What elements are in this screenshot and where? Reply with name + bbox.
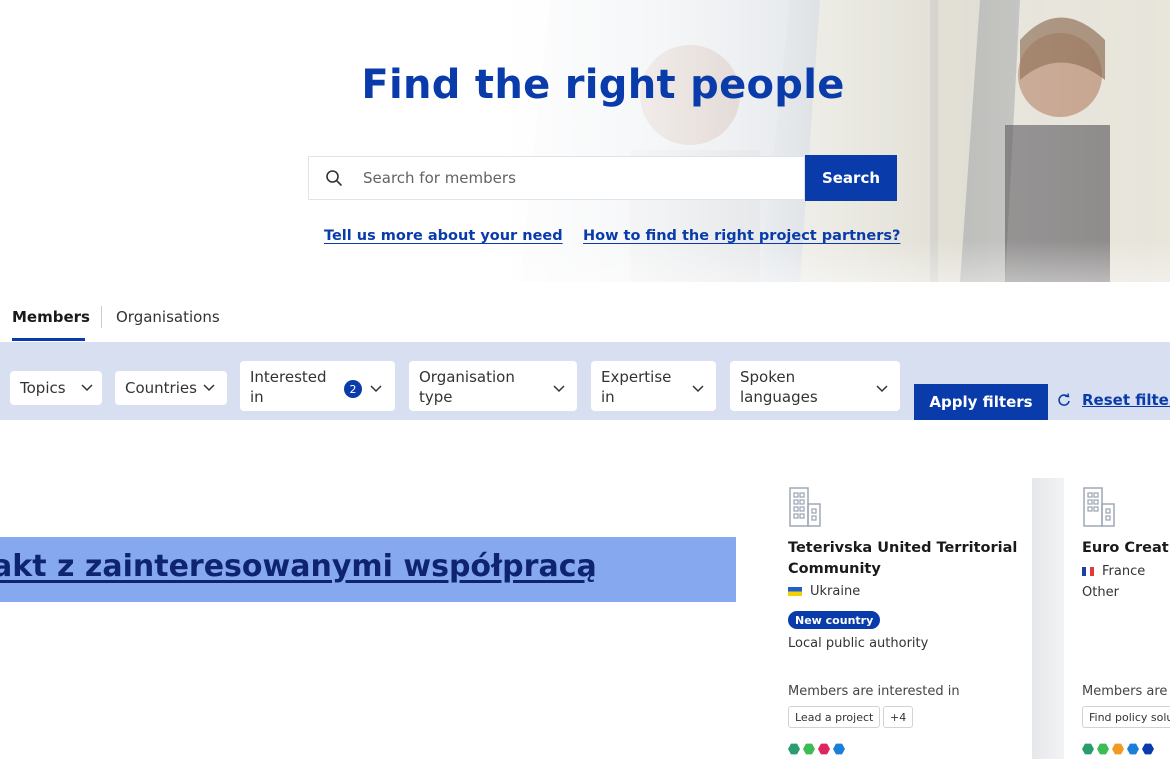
selected-count-badge: 2 [344, 380, 362, 398]
filter-topics[interactable]: Topics [10, 371, 102, 405]
chevron-down-icon [553, 385, 565, 393]
topic-dot [833, 743, 845, 755]
filter-topics-label: Topics [20, 379, 66, 397]
filter-spoken-languages[interactable]: Spoken languages [730, 361, 900, 411]
card-organisation-type: Local public authority [788, 636, 929, 651]
chevron-down-icon [370, 385, 382, 393]
tab-organisations[interactable]: Organisations [116, 308, 220, 326]
topic-dot [1097, 743, 1109, 755]
filter-organisation-type-label: Organisation type [419, 368, 515, 406]
card-country: France [1082, 564, 1145, 579]
filter-organisation-type[interactable]: Organisation type [409, 361, 577, 411]
tab-divider [101, 306, 102, 328]
apply-filters-button[interactable]: Apply filters [914, 384, 1048, 420]
card-interest-label: Members are i [1082, 684, 1170, 699]
topic-dot [788, 743, 800, 755]
chevron-down-icon [692, 385, 704, 393]
topic-dot [1112, 743, 1124, 755]
france-flag-icon [1082, 567, 1094, 576]
interest-tag: Lead a project [788, 706, 881, 728]
card-country-name: Ukraine [810, 584, 861, 599]
new-country-badge: New country [788, 611, 881, 629]
card-title[interactable]: Teterivska United Territorial Community [788, 538, 1028, 580]
chevron-down-icon [81, 384, 93, 392]
filter-interested-in-label: Interested in [250, 368, 327, 406]
chevron-down-icon [876, 385, 888, 393]
tell-us-need-link[interactable]: Tell us more about your need [324, 228, 563, 244]
card-organisation-type: Other [1082, 585, 1119, 600]
member-card[interactable]: Teterivska United Territorial Community … [770, 478, 1032, 759]
member-card[interactable]: Euro Creativ France Other Members are i … [1064, 478, 1170, 759]
card-separator [1032, 478, 1064, 759]
hero-bottom-fade [0, 240, 1170, 282]
filter-spoken-languages-label: Spoken languages [740, 368, 818, 406]
chevron-down-icon [203, 384, 215, 392]
page-title: Find the right people [361, 62, 845, 108]
interest-more-tag: +4 [883, 706, 914, 728]
topic-dots [788, 743, 845, 755]
reset-icon [1058, 393, 1070, 406]
banner-link-text[interactable]: akt z zainteresowanymi współpracą [0, 549, 597, 584]
card-country: Ukraine [788, 584, 860, 599]
search-input[interactable] [363, 169, 763, 187]
card-country-name: France [1102, 564, 1146, 579]
topic-dots [1082, 743, 1154, 755]
filter-interested-in[interactable]: Interested in 2 [240, 361, 395, 411]
topic-dot [803, 743, 815, 755]
filter-countries[interactable]: Countries [115, 371, 227, 405]
card-title[interactable]: Euro Creativ [1082, 538, 1170, 559]
topic-dot [1142, 743, 1154, 755]
search-box [308, 156, 805, 200]
tab-members[interactable]: Members [12, 308, 90, 326]
building-icon [1083, 487, 1115, 527]
card-interest-label: Members are interested in [788, 684, 960, 699]
tabs-bar: Members Organisations [0, 302, 1170, 342]
search-icon [326, 170, 342, 186]
tab-active-indicator [12, 338, 85, 341]
highlight-banner: akt z zainteresowanymi współpracą [0, 537, 736, 602]
filter-countries-label: Countries [125, 379, 197, 397]
topic-dot [1082, 743, 1094, 755]
hero-section: Find the right people Search Tell us mor… [0, 0, 1170, 282]
ukraine-flag-icon [788, 587, 802, 596]
reset-filters-link[interactable]: Reset filters [1082, 391, 1170, 409]
search-button[interactable]: Search [805, 155, 897, 201]
filter-expertise-in-label: Expertise in [601, 368, 672, 406]
find-partners-link[interactable]: How to find the right project partners? [583, 228, 900, 244]
topic-dot [1127, 743, 1139, 755]
building-icon [789, 487, 821, 527]
topic-dot [818, 743, 830, 755]
filter-expertise-in[interactable]: Expertise in [591, 361, 716, 411]
interest-tag: Find policy solu [1082, 706, 1170, 728]
